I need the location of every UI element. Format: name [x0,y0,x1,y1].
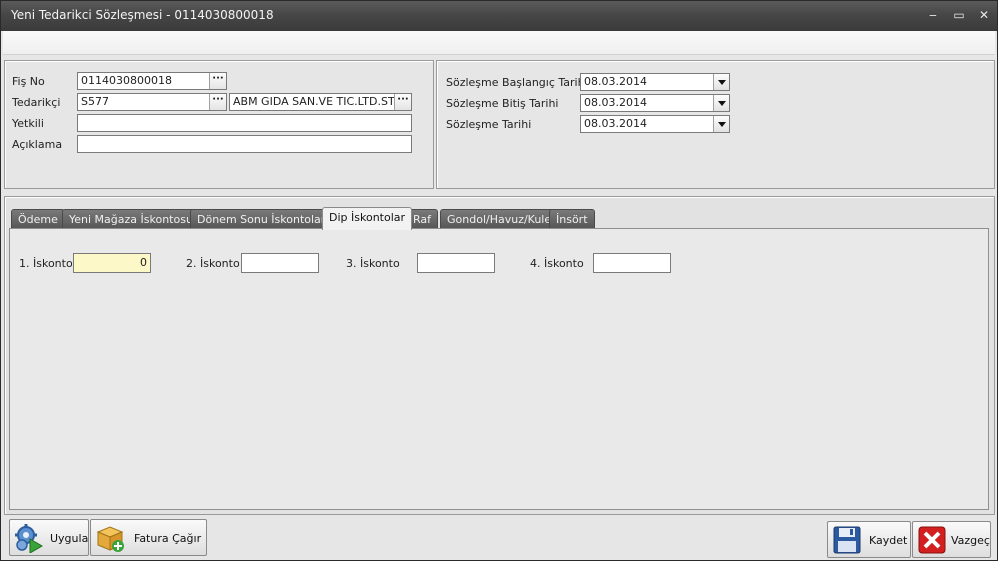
iskonto4-field[interactable] [593,253,671,273]
tedarikci-name-lookup-button[interactable]: ··· [394,94,411,110]
fis-no-value: 0114030800018 [81,74,172,87]
fis-no-lookup-button[interactable]: ··· [209,73,226,89]
dip-iskontolar-page: 1. İskonto 0 2. İskonto 3. İskonto 4. İs… [9,228,989,510]
baslangic-date-field[interactable]: 08.03.2014 [580,73,730,91]
yetkili-label: Yetkili [12,117,44,130]
tedarikci-code-field[interactable]: S577 ··· [77,93,227,111]
uygula-button[interactable]: Uygula [9,519,89,556]
tedarikci-code-value: S577 [81,95,109,108]
vazgec-label: Vazgeç [951,534,990,547]
bitis-date-value: 08.03.2014 [584,96,647,109]
floppy-disk-icon [833,526,861,554]
kaydet-button[interactable]: Kaydet [827,521,911,558]
iskonto3-label: 3. İskonto [346,257,400,270]
bitis-label: Sözleşme Bitiş Tarihi [446,97,559,110]
iskonto1-label: 1. İskonto [19,257,73,270]
iskonto2-field[interactable] [241,253,319,273]
baslangic-label: Sözleşme Başlangıç Tarihi [446,76,588,89]
fis-no-field[interactable]: 0114030800018 ··· [77,72,227,90]
vazgec-button[interactable]: Vazgeç [912,521,991,558]
tab-donem-sonu-iskontolari[interactable]: Dönem Sonu İskontoları [190,209,336,229]
tedarikci-label: Tedarikçi [12,96,61,109]
fis-no-label: Fiş No [12,75,45,88]
baslangic-date-value: 08.03.2014 [584,75,647,88]
yetkili-field[interactable] [77,114,412,132]
cancel-x-icon [918,526,946,554]
sozlesme-tarihi-value: 08.03.2014 [584,117,647,130]
iskonto2-label: 2. İskonto [186,257,240,270]
header-right-panel: Sözleşme Başlangıç Tarihi 08.03.2014 Söz… [436,60,995,189]
maximize-button[interactable]: ▭ [951,7,967,23]
toolbar-strip [3,31,995,55]
fatura-cagir-label: Fatura Çağır [134,532,202,545]
title-bar[interactable]: Yeni Tedarikci Sözleşmesi - 011403080001… [1,1,997,31]
bitis-dropdown-icon[interactable] [713,95,729,111]
sozlesme-tarihi-label: Sözleşme Tarihi [446,118,532,131]
tedarikci-name-field[interactable]: ABM GIDA SAN.VE TIC.LTD.STI. ··· [229,93,412,111]
baslangic-dropdown-icon[interactable] [713,74,729,90]
window-title: Yeni Tedarikci Sözleşmesi - 011403080001… [11,8,274,22]
minimize-button[interactable]: ‒ [925,7,941,23]
iskonto4-label: 4. İskonto [530,257,584,270]
tab-odeme[interactable]: Ödeme [11,209,65,229]
fatura-cagir-button[interactable]: Fatura Çağır [90,519,207,556]
tab-dip-iskontolar[interactable]: Dip İskontolar [322,207,413,230]
tab-insort[interactable]: İnsört [549,209,595,229]
kaydet-label: Kaydet [869,534,908,547]
aciklama-label: Açıklama [12,138,63,151]
contract-window: Yeni Tedarikci Sözleşmesi - 011403080001… [0,0,998,561]
package-add-icon [96,526,124,552]
bitis-date-field[interactable]: 08.03.2014 [580,94,730,112]
uygula-label: Uygula [50,532,89,545]
iskonto3-field[interactable] [417,253,495,273]
sozlesme-tarihi-dropdown-icon[interactable] [713,116,729,132]
tedarikci-lookup-button[interactable]: ··· [209,94,226,110]
iskonto1-field[interactable]: 0 [73,253,151,273]
sozlesme-tarihi-field[interactable]: 08.03.2014 [580,115,730,133]
tedarikci-name-value: ABM GIDA SAN.VE TIC.LTD.STI. [233,95,402,108]
aciklama-field[interactable] [77,135,412,153]
tab-yeni-magaza-iskontosu[interactable]: Yeni Mağaza İskontosu [62,209,200,229]
gear-apply-icon [15,524,43,553]
tab-gondol-havuz-kule[interactable]: Gondol/Havuz/Kule [440,209,559,229]
close-button[interactable]: ✕ [976,7,992,23]
header-left-panel: Fiş No 0114030800018 ··· Tedarikçi S577 … [4,60,434,189]
